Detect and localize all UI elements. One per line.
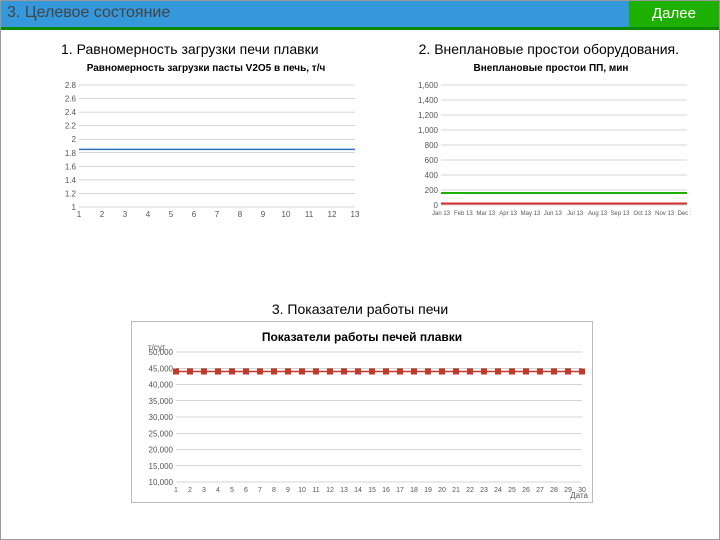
svg-text:Apr 13: Apr 13 <box>499 211 517 217</box>
chart3-title: Показатели работы печей плавки <box>132 330 592 344</box>
chart-uniformity: Равномерность загрузки пасты V2O5 в печь… <box>51 63 361 223</box>
svg-text:2.2: 2.2 <box>65 122 77 131</box>
svg-text:10: 10 <box>282 210 291 219</box>
svg-text:Дата: Дата <box>570 491 588 500</box>
chart2-svg: 0 200 400 600 800 1,000 1,200 1,400 1,600 Jan 13F… <box>411 63 691 223</box>
page-title: 3. Целевое состояние <box>7 4 170 22</box>
svg-text:2.8: 2.8 <box>65 81 77 90</box>
svg-text:2.4: 2.4 <box>65 108 77 117</box>
svg-text:5: 5 <box>169 210 174 219</box>
svg-text:11: 11 <box>312 487 319 494</box>
svg-text:8: 8 <box>238 210 243 219</box>
svg-text:1,200: 1,200 <box>418 111 439 120</box>
chart1-title: Равномерность загрузки пасты V2O5 в печь… <box>51 63 361 74</box>
svg-text:т/сут: т/сут <box>148 343 166 352</box>
svg-text:4: 4 <box>216 487 220 494</box>
svg-text:19: 19 <box>424 487 432 494</box>
svg-text:200: 200 <box>425 186 439 195</box>
svg-text:17: 17 <box>396 487 404 494</box>
svg-text:40,000: 40,000 <box>149 381 174 390</box>
chart3-svg: 10,000 15,000 20,000 25,000 30,000 35,000 40,0… <box>132 322 592 502</box>
chart2-title: Внеплановые простои ПП, мин <box>411 63 691 74</box>
next-button[interactable]: Далее <box>629 1 719 27</box>
svg-text:May 13: May 13 <box>521 211 541 217</box>
svg-text:3: 3 <box>123 210 128 219</box>
chart2-heading: 2. Внеплановые простои оборудования. <box>419 41 679 57</box>
svg-text:27: 27 <box>536 487 544 494</box>
svg-text:600: 600 <box>425 156 439 165</box>
chart3-heading: 3. Показатели работы печи <box>1 301 719 317</box>
svg-text:25,000: 25,000 <box>149 429 174 438</box>
svg-text:21: 21 <box>452 487 460 494</box>
svg-text:1.8: 1.8 <box>65 149 77 158</box>
svg-text:20,000: 20,000 <box>149 446 174 455</box>
chart-performance: Показатели работы печей плавки 10,000 15,… <box>131 321 593 503</box>
svg-text:12: 12 <box>328 210 337 219</box>
slide-root: 3. Целевое состояние Далее 1. Равномерно… <box>0 0 720 540</box>
svg-text:1.6: 1.6 <box>65 162 77 171</box>
svg-text:2: 2 <box>72 135 77 144</box>
svg-text:Jul 13: Jul 13 <box>567 211 584 217</box>
svg-text:2: 2 <box>100 210 105 219</box>
svg-text:28: 28 <box>550 487 558 494</box>
svg-text:Dec 13: Dec 13 <box>677 211 691 217</box>
svg-text:Jan 13: Jan 13 <box>432 211 451 217</box>
svg-text:6: 6 <box>192 210 197 219</box>
svg-text:1,000: 1,000 <box>418 126 439 135</box>
svg-text:15,000: 15,000 <box>149 462 174 471</box>
svg-text:25: 25 <box>508 487 516 494</box>
svg-text:Sep 13: Sep 13 <box>610 211 630 217</box>
svg-text:35,000: 35,000 <box>149 397 174 406</box>
svg-text:14: 14 <box>354 487 362 494</box>
svg-text:9: 9 <box>261 210 266 219</box>
svg-text:26: 26 <box>522 487 530 494</box>
svg-text:30,000: 30,000 <box>149 413 174 422</box>
svg-text:24: 24 <box>494 487 502 494</box>
svg-text:800: 800 <box>425 141 439 150</box>
svg-text:13: 13 <box>340 487 348 494</box>
svg-text:8: 8 <box>272 487 276 494</box>
svg-text:0: 0 <box>434 201 439 210</box>
svg-text:9: 9 <box>286 487 290 494</box>
svg-text:1,400: 1,400 <box>418 96 439 105</box>
svg-text:12: 12 <box>326 487 334 494</box>
svg-text:11: 11 <box>305 210 314 219</box>
svg-text:10: 10 <box>298 487 306 494</box>
chart1-heading: 1. Равномерность загрузки печи плавки <box>61 41 319 57</box>
svg-text:18: 18 <box>410 487 418 494</box>
svg-text:Mar 13: Mar 13 <box>476 211 495 217</box>
svg-text:1,600: 1,600 <box>418 81 439 90</box>
svg-text:1: 1 <box>77 210 82 219</box>
svg-text:10,000: 10,000 <box>149 478 174 487</box>
svg-text:Jun 13: Jun 13 <box>544 211 563 217</box>
svg-text:7: 7 <box>215 210 220 219</box>
svg-text:5: 5 <box>230 487 234 494</box>
svg-text:400: 400 <box>425 171 439 180</box>
svg-text:20: 20 <box>438 487 446 494</box>
svg-text:2: 2 <box>188 487 192 494</box>
svg-text:7: 7 <box>258 487 262 494</box>
svg-text:1.4: 1.4 <box>65 176 77 185</box>
svg-text:Oct 13: Oct 13 <box>633 211 651 217</box>
svg-text:1: 1 <box>174 487 178 494</box>
svg-text:1.2: 1.2 <box>65 189 77 198</box>
svg-text:Aug 13: Aug 13 <box>588 211 608 217</box>
svg-text:Feb 13: Feb 13 <box>454 211 473 217</box>
svg-text:15: 15 <box>368 487 376 494</box>
svg-text:16: 16 <box>382 487 390 494</box>
chart-downtime: Внеплановые простои ПП, мин 0 200 400 600 80… <box>411 63 691 223</box>
svg-text:Nov 13: Nov 13 <box>655 211 675 217</box>
divider <box>1 27 719 30</box>
svg-text:2.6: 2.6 <box>65 95 77 104</box>
svg-text:6: 6 <box>244 487 248 494</box>
svg-text:4: 4 <box>146 210 151 219</box>
svg-text:23: 23 <box>480 487 488 494</box>
svg-text:13: 13 <box>351 210 360 219</box>
svg-text:45,000: 45,000 <box>149 364 174 373</box>
svg-text:3: 3 <box>202 487 206 494</box>
chart1-svg: 1 1.2 1.4 1.6 1.8 2 2.2 2.4 2.6 2.8 12 3 4 5 6 7 8 9 10 11 1… <box>51 63 361 223</box>
svg-text:22: 22 <box>466 487 474 494</box>
